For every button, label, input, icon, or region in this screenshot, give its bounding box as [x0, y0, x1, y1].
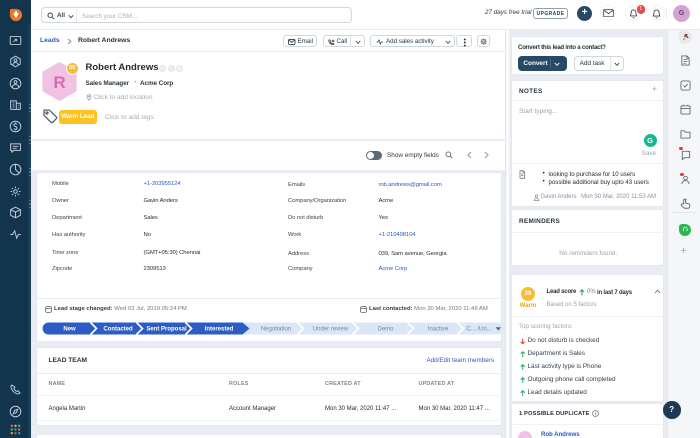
svg-text:R: R — [53, 73, 65, 92]
svg-text:Demo: Demo — [377, 326, 394, 332]
svg-text:Negotiation: Negotiation — [261, 326, 291, 332]
svg-text:Inactive: Inactive — [428, 326, 449, 332]
svg-text:Sent Proposal: Sent Proposal — [146, 326, 187, 332]
svg-text:Under review: Under review — [313, 326, 349, 332]
svg-text:New: New — [63, 326, 76, 332]
svg-text:C... /Un...: C... /Un... — [466, 326, 492, 332]
svg-text:Interested: Interested — [205, 326, 234, 332]
svg-text:Contacted: Contacted — [103, 326, 133, 332]
